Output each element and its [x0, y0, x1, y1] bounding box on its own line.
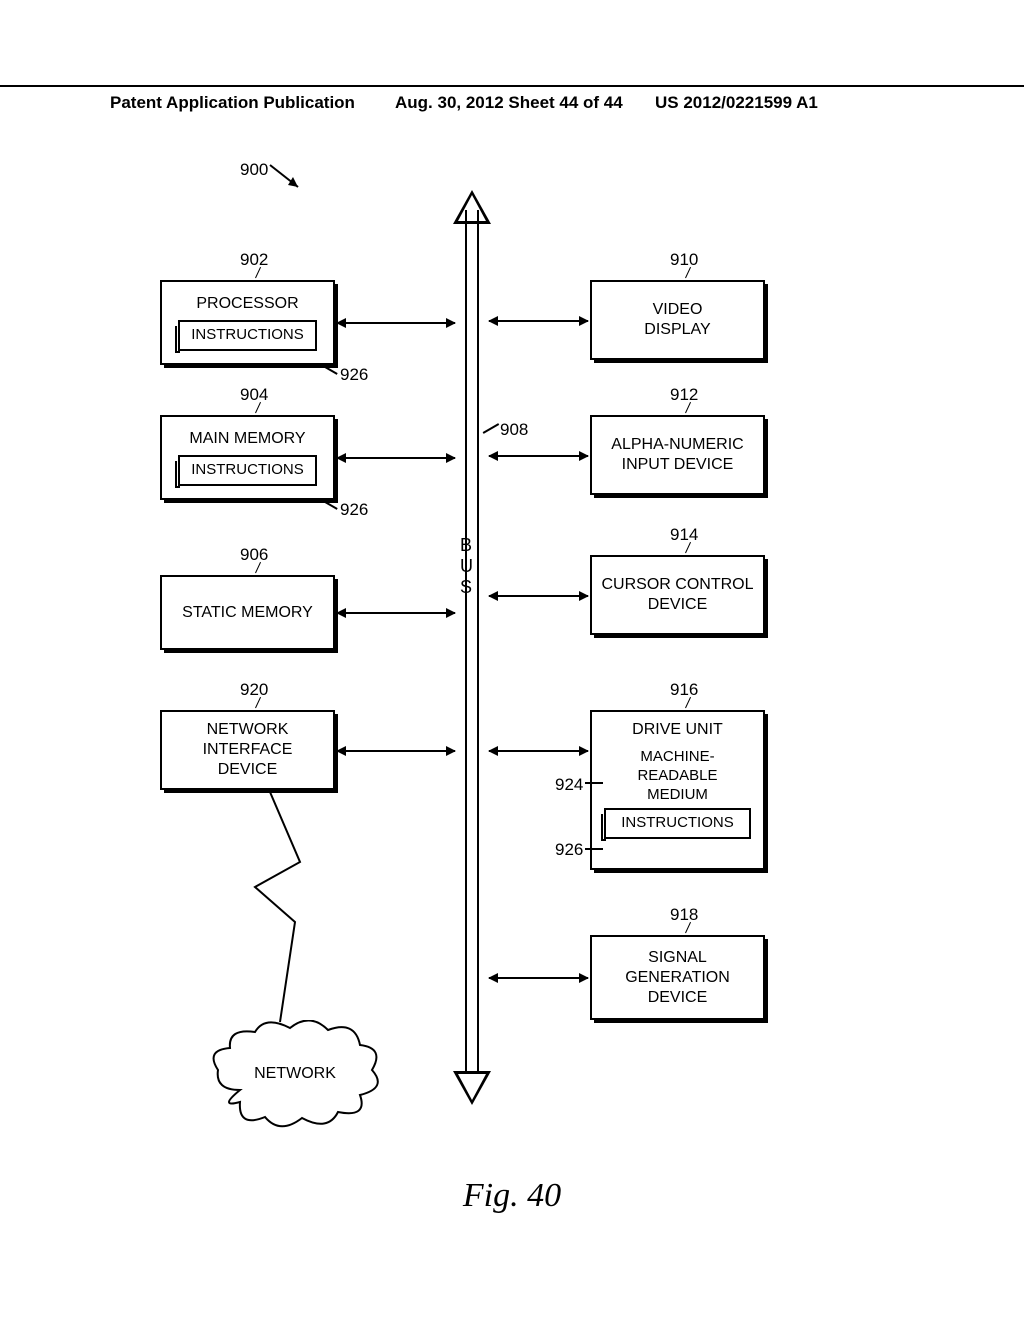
box-drive-unit: DRIVE UNIT MACHINE- READABLE MEDIUM INST…: [590, 710, 765, 870]
box-instructions-902: INSTRUCTIONS: [178, 320, 318, 351]
conn-stat-bus: [337, 612, 455, 614]
box-nid: NETWORK INTERFACE DEVICE: [160, 710, 335, 790]
conn-nid-bus: [337, 750, 455, 752]
bus-label: BUS: [460, 535, 474, 598]
conn-bus-sig: [489, 977, 588, 979]
box-cursor: CURSOR CONTROL DEVICE: [590, 555, 765, 635]
box-instructions-904: INSTRUCTIONS: [178, 455, 318, 486]
box-video: VIDEO DISPLAY: [590, 280, 765, 360]
page-header: Patent Application Publication Aug. 30, …: [0, 85, 1024, 93]
box-signal: SIGNAL GENERATION DEVICE: [590, 935, 765, 1020]
conn-bus-video: [489, 320, 588, 322]
conn-proc-bus: [337, 322, 455, 324]
arrow-900: [270, 165, 310, 200]
box-network: NETWORK: [210, 1020, 380, 1130]
figure-diagram: 900 BUS 908 902 PROCESSOR INSTRUCTIONS 9…: [160, 150, 860, 1150]
label-processor: PROCESSOR: [196, 294, 298, 314]
ref-926b: 926: [340, 500, 368, 520]
label-mrm: MACHINE- READABLE MEDIUM: [637, 748, 717, 804]
ref-926c: 926: [555, 840, 583, 860]
box-main-memory: MAIN MEMORY INSTRUCTIONS: [160, 415, 335, 500]
label-network: NETWORK: [210, 1065, 380, 1083]
box-processor: PROCESSOR INSTRUCTIONS: [160, 280, 335, 365]
header-mid: Aug. 30, 2012 Sheet 44 of 44: [395, 93, 623, 113]
label-static-memory: STATIC MEMORY: [182, 603, 313, 623]
label-main-memory: MAIN MEMORY: [189, 429, 305, 449]
bus-line: [455, 190, 489, 1105]
lead-926c: [585, 848, 603, 850]
figure-label: Fig. 40: [0, 1177, 1024, 1215]
lead-924: [585, 782, 603, 784]
header-left: Patent Application Publication: [110, 93, 355, 113]
box-static-memory: STATIC MEMORY: [160, 575, 335, 650]
conn-bus-alpha: [489, 455, 588, 457]
conn-bus-cursor: [489, 595, 588, 597]
conn-bus-drive: [489, 750, 588, 752]
header-right: US 2012/0221599 A1: [655, 93, 818, 113]
conn-mem-bus: [337, 457, 455, 459]
label-drive-unit: DRIVE UNIT: [632, 720, 723, 740]
ref-900: 900: [240, 160, 268, 180]
box-instructions-drive: INSTRUCTIONS: [604, 808, 750, 839]
ref-926a: 926: [340, 365, 368, 385]
ref-924: 924: [555, 775, 583, 795]
box-alpha: ALPHA-NUMERIC INPUT DEVICE: [590, 415, 765, 495]
ref-908: 908: [500, 420, 528, 440]
link-nid-network: [235, 792, 315, 1037]
